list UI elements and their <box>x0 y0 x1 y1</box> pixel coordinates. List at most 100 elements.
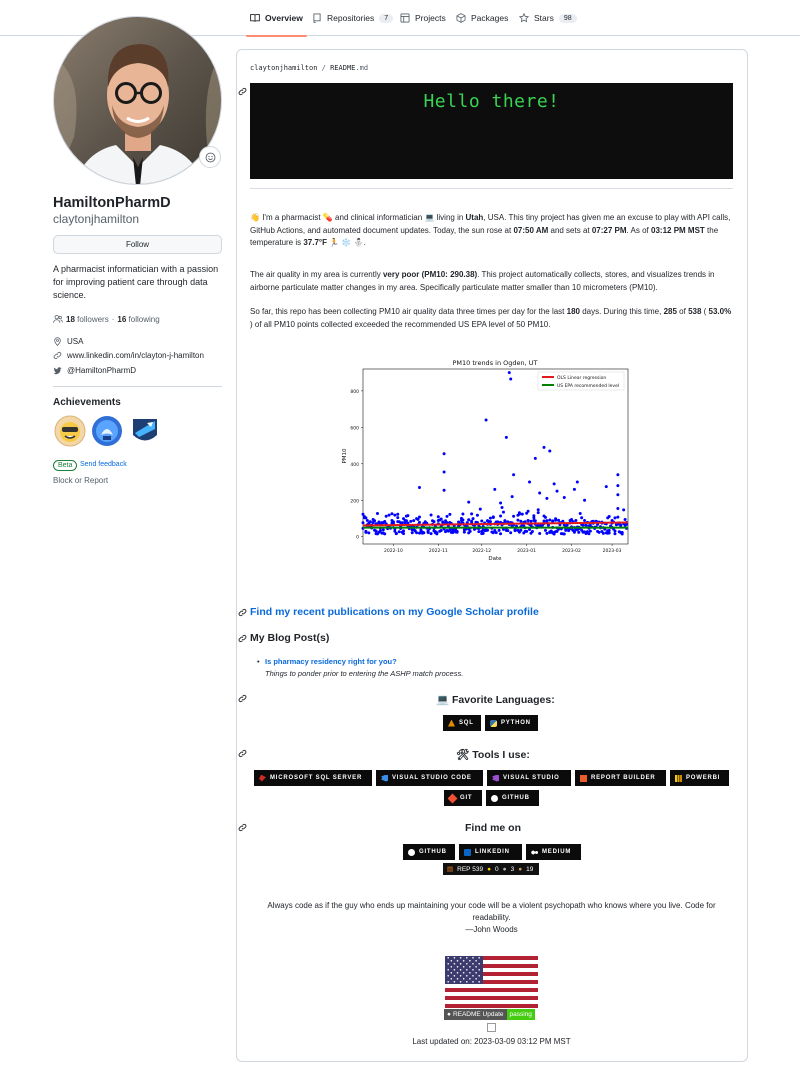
tab-packages[interactable]: Packages <box>456 0 508 36</box>
data-point <box>536 511 540 515</box>
google-scholar-link[interactable]: Find my recent publications on my Google… <box>250 606 539 618</box>
data-point <box>509 377 513 381</box>
achievement-pull-shark-icon[interactable] <box>91 415 123 447</box>
data-point <box>616 484 620 488</box>
flag-star <box>462 978 465 980</box>
data-point <box>397 530 401 534</box>
flag-star <box>462 966 465 968</box>
twitter-handle[interactable]: @HamiltonPharmD <box>67 366 136 375</box>
data-point <box>497 528 501 532</box>
avatar[interactable] <box>53 16 222 185</box>
ci-workflow-label: README Update <box>452 1011 504 1018</box>
data-point <box>542 445 546 449</box>
badge-git[interactable]: GIT <box>444 790 482 806</box>
data-point <box>613 532 617 536</box>
badge-linkedin[interactable]: LINKEDIN <box>459 844 522 860</box>
anchor-link-icon[interactable] <box>238 608 247 617</box>
tab-packages-label: Packages <box>471 13 509 23</box>
data-point <box>470 512 474 516</box>
medium-icon <box>531 848 538 856</box>
achievement-yolo-icon[interactable] <box>129 415 161 447</box>
twitter-item[interactable]: @HamiltonPharmD <box>53 366 136 375</box>
data-point <box>545 519 549 523</box>
badge-python[interactable]: PYTHON <box>485 715 538 731</box>
badge-sql-label: SQL <box>459 720 474 726</box>
tab-repositories[interactable]: Repositories 7 <box>312 0 394 36</box>
book-icon <box>250 14 260 22</box>
x-tick-label: 2023-02 <box>562 548 581 554</box>
following-link[interactable]: 16 following <box>117 315 159 324</box>
data-point <box>364 529 368 533</box>
data-point <box>387 513 391 517</box>
set-status-button[interactable] <box>199 146 221 168</box>
data-point <box>622 508 626 512</box>
y-tick-label: 800 <box>350 389 359 395</box>
block-or-report-link[interactable]: Block or Report <box>53 476 108 485</box>
intro-text-1: I'm a pharmacist <box>259 213 323 222</box>
quote-author: —John Woods <box>465 925 518 934</box>
readme-update-status-badge[interactable]: ● README Update passing <box>444 1009 535 1020</box>
data-point <box>578 511 582 515</box>
data-point <box>503 520 507 524</box>
data-point <box>504 435 508 439</box>
website-item[interactable]: www.linkedin.com/in/clayton-j-hamilton <box>53 351 204 360</box>
flag-star <box>478 957 480 959</box>
badge-visual-studio-code[interactable]: VISUAL STUDIO CODE <box>376 770 483 786</box>
following-label: following <box>128 314 160 324</box>
badge-sql[interactable]: SQL <box>443 715 481 731</box>
flag-stripe <box>445 984 538 988</box>
data-point <box>394 531 398 535</box>
flag-star <box>478 963 480 965</box>
badge-mssql-label: MICROSOFT SQL SERVER <box>270 775 363 781</box>
badge-microsoft-sql-server[interactable]: MICROSOFT SQL SERVER <box>254 770 372 786</box>
ci-status-label: passing <box>506 1009 535 1020</box>
breadcrumb-file[interactable]: README <box>330 64 355 72</box>
follow-button[interactable]: Follow <box>53 235 222 254</box>
blog-post-link[interactable]: Is pharmacy residency right for you? <box>265 657 397 666</box>
followers-count: 18 <box>66 314 75 324</box>
achievement-quickdraw-icon[interactable] <box>54 415 86 447</box>
tab-stars[interactable]: Stars 98 <box>519 0 577 36</box>
data-point <box>475 513 479 517</box>
anchor-link-icon[interactable] <box>238 749 247 758</box>
badge-visual-studio[interactable]: VISUAL STUDIO <box>487 770 571 786</box>
stackoverflow-reputation-badge[interactable]: ▤ REP 539 ● 0 ● 3 ● 19 <box>443 863 539 875</box>
data-point <box>383 532 387 536</box>
x-tick-label: 2022-11 <box>429 548 448 554</box>
tab-stars-label: Stars <box>534 13 554 23</box>
intro-text-5: and sets at <box>548 225 592 235</box>
rep-gold: 0 <box>495 865 499 873</box>
badge-github[interactable]: GITHUB <box>486 790 539 806</box>
data-point <box>583 498 587 502</box>
badge-github-social[interactable]: GITHUB <box>403 844 455 860</box>
anchor-link-icon[interactable] <box>238 87 247 96</box>
tab-overview[interactable]: Overview <box>246 0 307 37</box>
anchor-link-icon[interactable] <box>238 634 247 643</box>
data-point <box>587 532 591 536</box>
data-point <box>501 510 505 514</box>
flag-star <box>456 966 459 968</box>
sql-server-icon <box>259 774 266 782</box>
followers-link[interactable]: 18 followers <box>66 315 109 324</box>
temperature: 37.7°F <box>303 238 328 247</box>
badge-python-label: PYTHON <box>501 720 531 726</box>
hello-text: Hello there! <box>423 91 560 112</box>
intro-text-2: and clinical informatician <box>332 213 425 222</box>
data-point <box>409 519 413 523</box>
badge-report-builder[interactable]: REPORT BUILDER <box>575 770 666 786</box>
breadcrumb-user[interactable]: claytonjhamilton <box>250 64 317 72</box>
anchor-link-icon[interactable] <box>238 694 247 703</box>
repo-icon <box>313 13 321 23</box>
tab-projects[interactable]: Projects <box>400 0 446 36</box>
website-link[interactable]: www.linkedin.com/in/clayton-j-hamilton <box>67 351 204 360</box>
anchor-link-icon[interactable] <box>238 823 247 832</box>
pm10-chart: PM10 trends in Ogden, UT Date PM10 0 200 4… <box>342 359 629 562</box>
data-point <box>545 531 549 535</box>
powerbi-icon <box>675 774 682 782</box>
send-feedback-link[interactable]: Send feedback <box>80 461 127 468</box>
data-point <box>555 489 559 493</box>
stats-text-3: of <box>676 307 689 316</box>
badge-medium[interactable]: MEDIUM <box>526 844 581 860</box>
report-builder-icon <box>580 774 587 782</box>
badge-powerbi[interactable]: POWERBI <box>670 770 729 786</box>
